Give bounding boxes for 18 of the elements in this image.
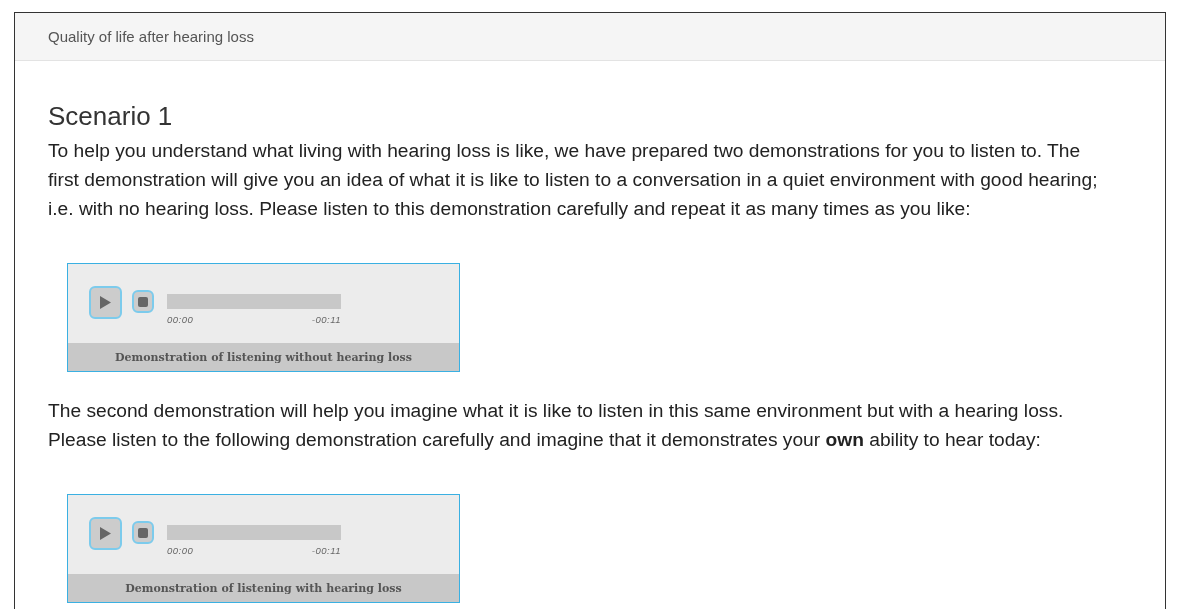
stop-icon	[138, 527, 148, 538]
stop-button[interactable]	[132, 290, 154, 313]
stop-button[interactable]	[132, 521, 154, 544]
player-caption: Demonstration of listening with hearing loss	[68, 574, 459, 602]
play-icon	[100, 296, 111, 309]
scenario-heading: Scenario 1	[48, 101, 174, 132]
instruction-paragraph: The second demonstration will help you imagine what it is like to listen in this same environment but with a hearing loss. Please listen to the following demonstration carefully and imagine that it demonstrates your own ability to hear today:	[48, 399, 1065, 452]
elapsed-time: 00:00	[167, 545, 194, 556]
play-button[interactable]	[89, 517, 122, 550]
stop-icon	[138, 296, 148, 307]
player-caption: Demonstration of listening without hearing loss	[68, 343, 459, 371]
play-button[interactable]	[89, 286, 122, 319]
remaining-time: -00:11	[311, 545, 341, 556]
panel-title: Quality of life after hearing loss	[48, 28, 254, 45]
elapsed-time: 00:00	[167, 314, 194, 325]
instruction-paragraph: To help you understand what living with hearing loss is like, we have prepared two demonstrations for you to listen to. The first demonstration will give you an idea of what it is like to listen to a conversation in a quiet environment with good hearing; i.e. with no hearing loss. Please listen to this demonstration carefully and repeat it as many times as you like:	[48, 139, 1099, 221]
play-icon	[100, 527, 111, 540]
remaining-time: -00:11	[311, 314, 341, 325]
